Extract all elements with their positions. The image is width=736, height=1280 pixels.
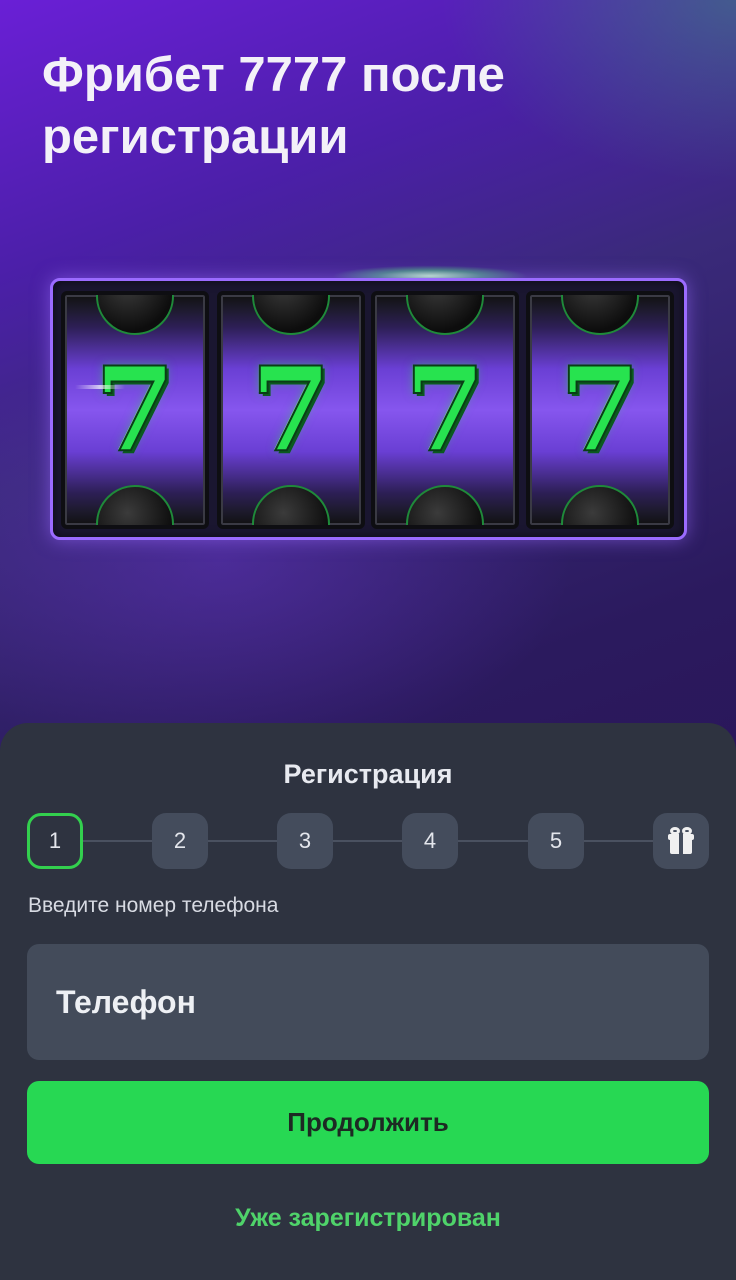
step-connector	[333, 840, 402, 842]
step-2[interactable]: 2	[152, 813, 208, 869]
reel-symbol: 7	[250, 342, 333, 478]
soccer-ball-icon	[252, 485, 330, 525]
registration-stepper: 1 2 3 4 5	[27, 813, 709, 869]
reel-shine	[75, 385, 125, 389]
reel-symbol: 7	[94, 342, 177, 478]
hockey-puck-icon	[96, 295, 174, 335]
soccer-ball-icon	[406, 295, 484, 335]
slot-reel: 7	[371, 291, 519, 529]
step-connector	[584, 840, 653, 842]
step-gift[interactable]	[653, 813, 709, 869]
reel-symbol: 7	[559, 342, 642, 478]
hockey-puck-icon	[252, 295, 330, 335]
hockey-puck-icon	[561, 485, 639, 525]
step-connector	[458, 840, 528, 842]
promo-title: Фрибет 7777 после регистрации	[42, 48, 505, 164]
step-1[interactable]: 1	[27, 813, 83, 869]
slot-reel: 7	[526, 291, 674, 529]
step-connector	[208, 840, 277, 842]
step-3[interactable]: 3	[277, 813, 333, 869]
tennis-ball-icon	[96, 485, 174, 525]
registration-sheet: Регистрация 1 2 3 4 5 Введите номер теле…	[0, 723, 736, 1280]
slot-machine-banner: 7 7 7 7	[50, 278, 687, 540]
step-5[interactable]: 5	[528, 813, 584, 869]
slot-reel: 7	[61, 291, 209, 529]
step-connector	[83, 840, 152, 842]
registration-title: Регистрация	[283, 759, 453, 789]
slot-reel: 7	[217, 291, 365, 529]
basketball-icon	[406, 485, 484, 525]
phone-hint: Введите номер телефона	[28, 894, 279, 917]
basketball-icon	[561, 295, 639, 335]
continue-button[interactable]: Продолжить	[27, 1081, 709, 1164]
step-4[interactable]: 4	[402, 813, 458, 869]
phone-input[interactable]	[27, 944, 709, 1060]
already-registered-link[interactable]: Уже зарегистрирован	[0, 1204, 736, 1233]
reel-symbol: 7	[404, 342, 487, 478]
gift-icon	[667, 827, 695, 855]
